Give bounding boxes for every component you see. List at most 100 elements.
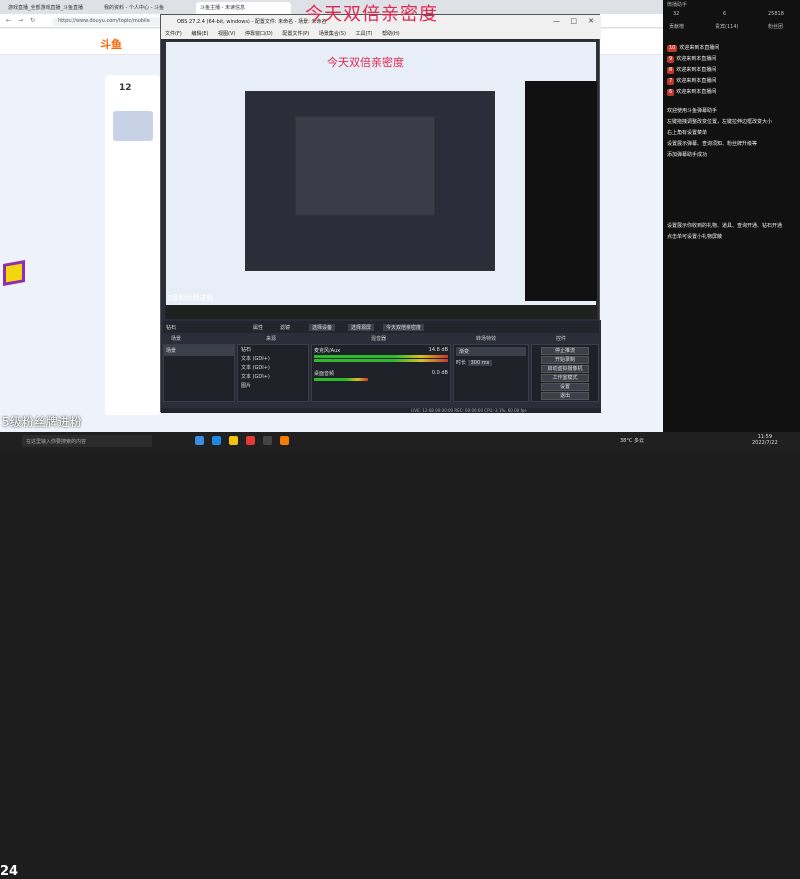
- tab-fans[interactable]: 粉丝团: [768, 23, 783, 30]
- explorer-icon[interactable]: [229, 436, 238, 445]
- minimize-icon[interactable]: —: [553, 17, 560, 25]
- start-virtual-camera-button[interactable]: 启动虚拟摄像机: [541, 365, 589, 373]
- exit-button[interactable]: 退出: [541, 392, 589, 400]
- studio-mode-button[interactable]: 工作室模式: [541, 374, 589, 382]
- close-icon[interactable]: ✕: [588, 17, 594, 25]
- audio-meter: [314, 355, 448, 358]
- site-logo[interactable]: 斗鱼: [100, 36, 122, 52]
- card-number: 12: [119, 83, 132, 93]
- chat-message-text: 欢迎来到本直播间: [679, 45, 720, 51]
- screen-select[interactable]: 选择源屏: [348, 324, 375, 331]
- count-c: 25818: [768, 11, 784, 17]
- preview-caption: 今天双倍亲密度: [327, 56, 404, 69]
- decorative-cube: [3, 260, 25, 286]
- text-select[interactable]: 今天双倍亲密度: [383, 324, 425, 331]
- menu-view[interactable]: 视图(V): [218, 31, 235, 37]
- forward-icon[interactable]: →: [18, 17, 23, 24]
- mixer-panel: 麦克风/Aux 14.8 dB 桌面音频 0.0 dB: [311, 344, 451, 402]
- menu-help[interactable]: 帮助(H): [382, 31, 400, 37]
- mixer-channel-name: 麦克风/Aux: [314, 348, 341, 354]
- reload-icon[interactable]: ↻: [30, 17, 35, 24]
- scenes-dock-title: 场景: [171, 336, 182, 342]
- menu-edit[interactable]: 编辑(E): [191, 31, 208, 37]
- scene-item[interactable]: 场景: [164, 345, 234, 356]
- notice-line: 右上角有设置菜单: [667, 130, 708, 136]
- menu-scene-collection[interactable]: 场景集合(S): [319, 31, 346, 37]
- chat-panel: 微播助手 32 6 25818 贡献榜 贵宾(114) 粉丝团 10 欢迎来到本直…: [663, 0, 800, 432]
- stop-stream-button[interactable]: 停止推流: [541, 347, 589, 355]
- edge-icon[interactable]: [212, 436, 221, 445]
- controls-dock-title: 控件: [556, 336, 567, 342]
- menu-docks[interactable]: 停靠窗口(D): [245, 31, 273, 37]
- douyu-icon[interactable]: [280, 436, 289, 445]
- menu-file[interactable]: 文件(F): [165, 31, 182, 37]
- selected-source-label: 钻石: [166, 325, 177, 331]
- source-item[interactable]: 钻石: [238, 345, 308, 354]
- mixer-channel-db: 14.8 dB: [428, 347, 448, 353]
- mixer-channel: 桌面音频 0.0 dB: [314, 370, 448, 377]
- notice-line: 左键拖拽调整改变位置，左键拉伸边框改变大小: [667, 119, 773, 125]
- preview-fans-banner: 5级粉丝牌进粉: [167, 294, 214, 302]
- properties-button[interactable]: 属性: [253, 324, 263, 331]
- maximize-icon[interactable]: □: [570, 17, 577, 25]
- menu-tools[interactable]: 工具(T): [356, 31, 373, 37]
- obs-menubar: 文件(F) 编辑(E) 视图(V) 停靠窗口(D) 配置文件(P) 场景集合(S…: [161, 29, 601, 39]
- device-select[interactable]: 选择设备: [309, 324, 336, 331]
- clock-date: 2022/7/22: [752, 440, 778, 446]
- obs-window: OBS 27.2.4 (64-bit, windows) - 配置文件: 未命名…: [160, 14, 601, 413]
- tab-vip[interactable]: 贵宾(114): [715, 23, 738, 30]
- mixer-channel-name: 桌面音频: [314, 371, 335, 377]
- mixer-channel: 麦克风/Aux 14.8 dB: [314, 347, 448, 354]
- menu-profile[interactable]: 配置文件(P): [282, 31, 309, 37]
- filters-button[interactable]: 滤镜: [280, 324, 290, 331]
- chat-message: 10 欢迎来到本直播间: [663, 43, 800, 54]
- notice-line: 欢迎使用斗鱼弹幕助手: [667, 108, 718, 114]
- chat-message: 6 欢迎来到本直播间: [663, 87, 800, 98]
- source-item[interactable]: 文本 (GDI+): [238, 372, 308, 381]
- count-a: 32: [673, 11, 680, 17]
- start-recording-button[interactable]: 开始录制: [541, 356, 589, 364]
- notice-line: 点击单可设置小礼物屏蔽: [667, 234, 723, 240]
- chat-message: 9 欢迎来到本直播间: [663, 54, 800, 65]
- chat-message-text: 欢迎来到本直播间: [676, 56, 717, 62]
- taskbar-search[interactable]: 在这里输入你要搜索的内容: [22, 435, 152, 447]
- sources-panel: 钻石 文本 (GDI+) 文本 (GDI+) 文本 (GDI+) 图片: [237, 344, 309, 402]
- notice-line: 添加弹幕助手成功: [667, 152, 708, 158]
- tab-label: 斗鱼主播 - 未读信息: [200, 5, 245, 11]
- notice-line: 设置展示弹幕、查询须知、粉丝牌升级等: [667, 141, 758, 147]
- controls-panel: 停止推流 开始录制 启动虚拟摄像机 工作室模式 设置 退出: [531, 344, 599, 402]
- tab-contribution[interactable]: 贡献榜: [669, 23, 684, 30]
- mixer-channel-db: 0.0 dB: [431, 370, 448, 376]
- back-icon[interactable]: ←: [6, 17, 11, 24]
- windows-icon[interactable]: [195, 436, 204, 445]
- audio-meter: [314, 359, 448, 362]
- level-badge: 10: [667, 45, 678, 52]
- scenes-panel: 场景: [163, 344, 235, 402]
- sources-dock-title: 来源: [266, 336, 277, 342]
- overlay-fans-banner: 5级粉丝牌进粉: [2, 415, 82, 429]
- transition-select[interactable]: 渐变: [456, 347, 526, 356]
- preview-nested-obs-inner: [295, 116, 435, 216]
- source-item[interactable]: 文本 (GDI+): [238, 363, 308, 372]
- level-badge: 7: [667, 78, 675, 85]
- tab-label: 游戏直播_全部游戏直播_斗鱼直播: [8, 5, 84, 11]
- browser-tab[interactable]: 我的资料 - 个人中心 - 斗鱼: [100, 2, 195, 14]
- obs-icon[interactable]: [263, 436, 272, 445]
- app-icon[interactable]: [246, 436, 255, 445]
- browser-tab[interactable]: 游戏直播_全部游戏直播_斗鱼直播: [4, 2, 99, 14]
- source-item[interactable]: 图片: [238, 381, 308, 390]
- settings-button[interactable]: 设置: [541, 383, 589, 391]
- transitions-panel: 渐变 时长 300 ms: [453, 344, 529, 402]
- avatar: [113, 111, 153, 141]
- browser-tab-active[interactable]: 斗鱼主播 - 未读信息: [196, 2, 291, 14]
- taskbar: 24 在这里输入你要搜索的内容 38°C 多云 11:59 2022/7/22: [0, 432, 800, 879]
- obs-preview[interactable]: 今天双倍亲密度 5级粉丝牌进粉: [165, 41, 597, 319]
- level-badge: 6: [667, 89, 675, 96]
- source-item[interactable]: 文本 (GDI+): [238, 354, 308, 363]
- mixer-dock-title: 混音器: [371, 336, 387, 342]
- preview-chat: [525, 81, 597, 301]
- chat-message: 8 欢迎来到本直播间: [663, 65, 800, 76]
- weather: 38°C 多云: [620, 438, 644, 444]
- duration-input[interactable]: 300 ms: [467, 360, 493, 366]
- level-badge: 9: [667, 56, 675, 63]
